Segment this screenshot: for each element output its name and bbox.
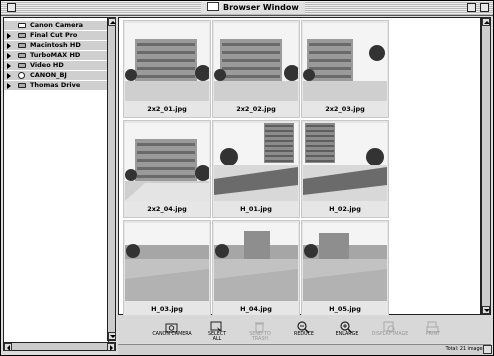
disclosure-triangle-icon[interactable] bbox=[7, 43, 11, 49]
camera-icon bbox=[18, 23, 26, 28]
disk-icon bbox=[18, 72, 25, 79]
thumbnail-filename: H_01.jpg bbox=[240, 205, 272, 213]
thumbnail-view[interactable]: 2x2_01.jpg 2x2_02.jpg 2x2_03.jpg 2x2_04.jpg… bbox=[118, 17, 481, 316]
drive-icon bbox=[18, 63, 26, 68]
thumbnail-filename: H_03.jpg bbox=[151, 305, 183, 313]
window-title-text: Browser Window bbox=[223, 3, 299, 12]
toolbar-button-label: CANON CAMERA bbox=[152, 332, 192, 337]
tree-item[interactable]: Final Cut Pro bbox=[4, 31, 108, 40]
title-bar[interactable]: Browser Window bbox=[1, 1, 493, 16]
thumbnail-item[interactable]: H_01.jpg bbox=[212, 120, 300, 218]
sidebar-horizontal-scrollbar[interactable] bbox=[3, 342, 116, 351]
tree-item-label: CANON_BJ bbox=[30, 71, 67, 79]
toolbar: CANON CAMERA SELECT ALL SEND TO TRASH REDUC… bbox=[118, 315, 491, 343]
thumbnail-item[interactable]: 2x2_02.jpg bbox=[212, 20, 300, 118]
drive-icon bbox=[18, 43, 26, 48]
thumbnail-image[interactable] bbox=[303, 123, 387, 201]
status-bar: Total: 21 images bbox=[118, 344, 491, 355]
thumbnail-item[interactable]: H_02.jpg bbox=[301, 120, 389, 218]
thumbnail-item[interactable]: 2x2_03.jpg bbox=[301, 20, 389, 118]
toolbar-button[interactable]: CANON CAMERA bbox=[148, 318, 196, 344]
select-all-icon bbox=[210, 318, 223, 333]
tree-item[interactable]: TurboMAX HD bbox=[4, 51, 108, 60]
thumbnail-filename: H_04.jpg bbox=[240, 305, 272, 313]
sidebar-vertical-scrollbar[interactable] bbox=[107, 17, 116, 341]
tree-item-label: Macintosh HD bbox=[30, 41, 81, 49]
thumbnail-vertical-scrollbar[interactable] bbox=[481, 17, 491, 315]
thumbnail-image[interactable] bbox=[303, 223, 387, 301]
browser-window: Browser Window Canon Camera Final Cut Pro… bbox=[1, 1, 493, 355]
camera-icon bbox=[165, 318, 178, 333]
thumbnail-image[interactable] bbox=[125, 23, 209, 101]
toolbar-button[interactable]: PRINT bbox=[409, 318, 457, 344]
thumbnail-image[interactable] bbox=[125, 123, 209, 201]
drive-icon bbox=[18, 83, 26, 88]
tree-item-label: Video HD bbox=[30, 61, 64, 69]
tree-item-label: Canon Camera bbox=[30, 21, 84, 29]
scroll-left-arrow-icon[interactable] bbox=[4, 343, 12, 351]
toolbar-button-label: ENLARGE bbox=[335, 332, 359, 337]
thumbnail-filename: 2x2_04.jpg bbox=[147, 205, 187, 213]
toolbar-button[interactable]: REDUCE bbox=[280, 318, 328, 344]
thumbnail-item[interactable]: H_03.jpg bbox=[123, 220, 211, 316]
thumbnail-item[interactable]: H_05.jpg bbox=[301, 220, 389, 316]
toolbar-button[interactable]: DISPLAY IMAGE bbox=[366, 318, 414, 344]
disclosure-triangle-icon[interactable] bbox=[7, 83, 11, 89]
tree-item[interactable]: Thomas Drive bbox=[4, 81, 108, 90]
image-count: Total: 21 images bbox=[445, 347, 485, 352]
toolbar-button[interactable]: SELECT ALL bbox=[193, 318, 241, 344]
window-title: Browser Window bbox=[201, 2, 305, 14]
thumbnail-item[interactable]: H_04.jpg bbox=[212, 220, 300, 316]
disclosure-triangle-icon[interactable] bbox=[7, 63, 11, 69]
thumbnail-filename: 2x2_03.jpg bbox=[325, 105, 365, 113]
collapse-box-icon[interactable] bbox=[480, 3, 489, 12]
toolbar-button-label: SEND TO TRASH bbox=[249, 332, 271, 342]
toolbar-button-label: PRINT bbox=[425, 332, 441, 337]
thumbnail-filename: 2x2_01.jpg bbox=[147, 105, 187, 113]
scroll-up-arrow-icon[interactable] bbox=[108, 18, 116, 26]
close-box-icon[interactable] bbox=[7, 3, 16, 12]
scroll-right-arrow-icon[interactable] bbox=[107, 343, 115, 351]
resize-grow-box-icon[interactable] bbox=[483, 345, 492, 354]
toolbar-button[interactable]: ENLARGE bbox=[323, 318, 371, 344]
disclosure-triangle-icon[interactable] bbox=[7, 53, 11, 59]
tree-item[interactable]: CANON_BJ bbox=[4, 71, 108, 80]
folder-tree[interactable]: Canon Camera Final Cut Pro Macintosh HD Tur… bbox=[3, 17, 109, 343]
tree-item[interactable]: Video HD bbox=[4, 61, 108, 70]
print-icon bbox=[426, 318, 439, 333]
scroll-down-arrow-icon[interactable] bbox=[108, 332, 116, 340]
thumbnail-image[interactable] bbox=[125, 223, 209, 301]
tree-item[interactable]: Canon Camera bbox=[4, 21, 108, 30]
tree-item-label: Final Cut Pro bbox=[30, 31, 78, 39]
display-image-icon bbox=[383, 318, 396, 333]
thumb-scroll-down-arrow-icon[interactable] bbox=[482, 306, 490, 314]
tree-item-label: TurboMAX HD bbox=[30, 51, 81, 59]
toolbar-button[interactable]: SEND TO TRASH bbox=[236, 318, 284, 344]
thumbnail-item[interactable]: 2x2_04.jpg bbox=[123, 120, 211, 218]
thumbnail-image[interactable] bbox=[303, 23, 387, 101]
thumbnail-filename: 2x2_02.jpg bbox=[236, 105, 276, 113]
zoom-out-icon bbox=[297, 318, 310, 334]
drive-icon bbox=[18, 53, 26, 58]
drive-icon bbox=[18, 33, 26, 38]
disclosure-triangle-icon[interactable] bbox=[7, 33, 11, 39]
zoom-box-icon[interactable] bbox=[467, 3, 476, 12]
disclosure-triangle-icon[interactable] bbox=[7, 73, 11, 79]
thumbnail-filename: H_05.jpg bbox=[329, 305, 361, 313]
thumbnail-image[interactable] bbox=[214, 223, 298, 301]
toolbar-button-label: DISPLAY IMAGE bbox=[371, 332, 409, 337]
thumbnail-filename: H_02.jpg bbox=[329, 205, 361, 213]
tree-item[interactable]: Macintosh HD bbox=[4, 41, 108, 50]
toolbar-button-label: REDUCE bbox=[294, 332, 314, 337]
thumb-scroll-up-arrow-icon[interactable] bbox=[482, 18, 490, 26]
tree-item-label: Thomas Drive bbox=[30, 81, 81, 89]
window-proxy-icon bbox=[207, 2, 219, 11]
thumbnail-item[interactable]: 2x2_01.jpg bbox=[123, 20, 211, 118]
thumbnail-image[interactable] bbox=[214, 23, 298, 101]
toolbar-button-label: SELECT ALL bbox=[207, 332, 227, 342]
thumbnail-grid: 2x2_01.jpg 2x2_02.jpg 2x2_03.jpg 2x2_04.jpg… bbox=[123, 20, 479, 316]
trash-icon bbox=[253, 318, 266, 333]
zoom-in-icon bbox=[340, 318, 353, 334]
thumbnail-image[interactable] bbox=[214, 123, 298, 201]
